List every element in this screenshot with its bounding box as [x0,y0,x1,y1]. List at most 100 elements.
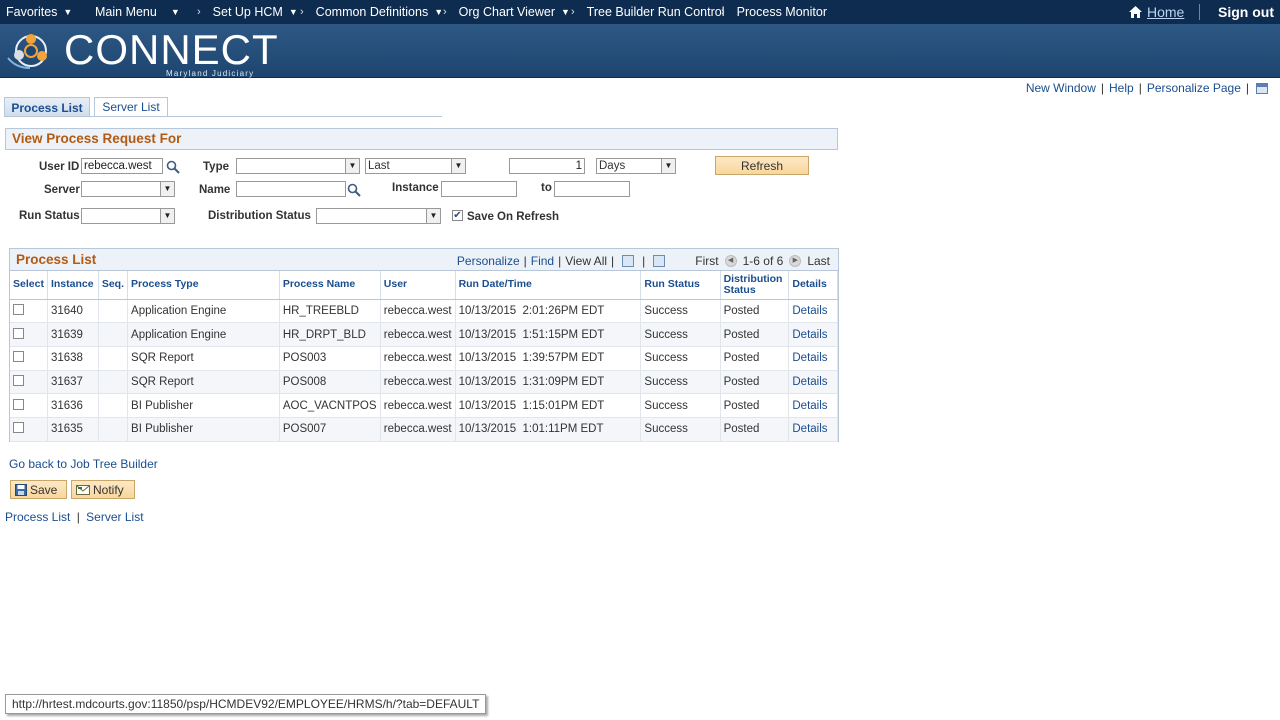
breadcrumb-common-definitions[interactable]: › Common Definitions ▼ [300,0,443,24]
status-bar-url: http://hrtest.mdcourts.gov:11850/psp/HCM… [5,694,487,714]
instance-to-input[interactable] [554,181,630,197]
seq-cell [98,393,129,418]
column-header[interactable]: Distribution Status [720,271,790,300]
details-link[interactable]: Details [788,346,838,371]
distribution-status-cell: Posted [720,346,790,371]
user-cell: rebecca.west [380,370,456,395]
save-on-refresh-checkbox[interactable]: ✔ [452,210,463,221]
instance-cell: 31639 [47,322,99,347]
seq-cell [98,299,129,324]
zoom-grid-icon[interactable] [622,255,635,267]
range-unit-select[interactable]: Days ▼ [596,158,676,174]
grid-header: Process List Personalize | Find | View A… [10,249,838,271]
logo-subtitle: Maryland Judiciary [166,69,255,78]
row-range: 1-6 of 6 [742,254,784,268]
column-header[interactable]: Process Type [127,271,280,300]
range-select-value: Last [368,160,390,172]
process-list-link[interactable]: Process List [5,510,70,524]
server-select[interactable]: ▼ [81,181,175,197]
column-header[interactable]: Run Status [640,271,721,300]
user-cell: rebecca.west [380,346,456,371]
server-list-link[interactable]: Server List [86,510,143,524]
range-number-input[interactable]: 1 [509,158,585,174]
view-all-link[interactable]: View All [565,254,607,268]
top-navigation: Favorites ▼ Main Menu ▼ › Set Up HCM ▼ ›… [0,0,1280,24]
details-link[interactable]: Details [788,322,838,347]
details-link[interactable]: Details [788,417,838,442]
chevron-down-icon: ▼ [434,7,444,17]
go-back-link[interactable]: Go back to Job Tree Builder [9,457,158,471]
user-id-input[interactable]: rebecca.west [81,158,163,174]
chevron-down-icon: ▼ [170,7,180,17]
page-layout-icon[interactable] [1256,82,1268,94]
chevron-down-icon: ▼ [63,7,73,17]
notify-button[interactable]: Notify [71,480,135,499]
row-select-checkbox[interactable] [13,351,24,363]
row-select-checkbox[interactable] [13,422,24,434]
range-select[interactable]: Last ▼ [365,158,466,174]
breadcrumb-tree-builder-run-control[interactable]: › Tree Builder Run Control [571,0,724,24]
run-status-cell: Success [640,370,721,395]
link-separator: | [76,510,80,524]
type-select[interactable]: ▼ [236,158,360,174]
column-header[interactable]: Instance [47,271,99,300]
first-label: First [695,254,719,268]
seq-cell [98,322,129,347]
previous-arrow-icon[interactable]: ◀ [724,255,737,267]
name-input[interactable] [236,181,346,197]
find-link[interactable]: Find [531,254,554,268]
link-separator: | [523,254,527,268]
personalize-grid-link[interactable]: Personalize [457,254,520,268]
home-icon [1129,6,1142,18]
run-status-cell: Success [640,346,721,371]
run-status-select[interactable]: ▼ [81,208,175,224]
distribution-status-select[interactable]: ▼ [316,208,441,224]
sign-out-link[interactable]: Sign out [1218,0,1274,24]
refresh-button[interactable]: Refresh [715,156,809,175]
row-select-checkbox[interactable] [13,327,24,339]
lookup-icon[interactable] [347,183,361,197]
main-menu[interactable]: Main Menu ▼ [95,0,180,24]
save-button[interactable]: Save [10,480,67,499]
download-grid-icon[interactable] [653,255,666,267]
next-arrow-icon[interactable]: ▶ [789,255,802,267]
instance-from-input[interactable] [441,181,517,197]
tab-server-list[interactable]: Server List [94,97,168,117]
personalize-page-link[interactable]: Personalize Page [1147,81,1241,95]
type-label: Type [203,161,229,173]
details-link[interactable]: Details [788,393,838,418]
link-separator: | [1138,81,1142,95]
bottom-links: Process List | Server List [5,510,144,524]
details-link[interactable]: Details [788,299,838,324]
lookup-icon[interactable] [166,160,180,174]
banner: CONNECT Maryland Judiciary [0,24,1280,78]
row-select-checkbox[interactable] [13,374,24,386]
details-link[interactable]: Details [788,370,838,395]
instance-cell: 31635 [47,417,99,442]
process-name-cell: POS003 [279,346,381,371]
chevron-down-icon: ▼ [345,159,359,173]
notify-label: Notify [93,482,124,497]
new-window-link[interactable]: New Window [1026,81,1096,95]
link-separator: | [558,254,562,268]
breadcrumb-label: Tree Builder Run Control [586,5,725,19]
row-select-checkbox[interactable] [13,398,24,410]
column-header[interactable]: Run Date/Time [455,271,642,300]
column-header[interactable]: Seq. [98,271,129,300]
breadcrumb-set-up-hcm[interactable]: › Set Up HCM ▼ [197,0,298,24]
row-select-checkbox[interactable] [13,303,24,315]
column-header[interactable]: Process Name [279,271,381,300]
tab-process-list[interactable]: Process List [4,97,90,117]
favorites-menu[interactable]: Favorites ▼ [6,0,72,24]
breadcrumb-label: Set Up HCM [212,5,283,19]
home-link[interactable]: Home [1128,0,1184,24]
chevron-down-icon: ▼ [451,159,465,173]
distribution-status-cell: Posted [720,417,790,442]
distribution-status-cell: Posted [720,370,790,395]
column-header[interactable]: User [380,271,456,300]
breadcrumb-org-chart-viewer[interactable]: › Org Chart Viewer ▼ [443,0,570,24]
breadcrumb-process-monitor[interactable]: › Process Monitor [721,0,827,24]
help-link[interactable]: Help [1109,81,1134,95]
seq-cell [98,417,129,442]
table-row: 31640 Application Engine HR_TREEBLD rebe… [10,299,838,324]
